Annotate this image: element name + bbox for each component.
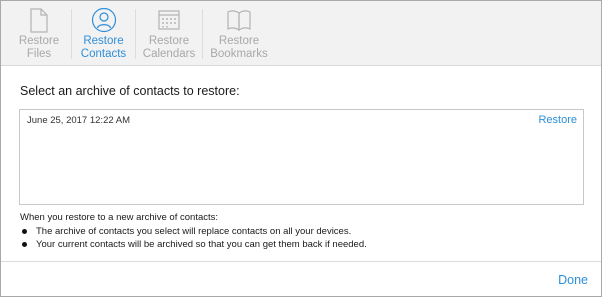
toolbar: Restore Files Restore Contacts Restore C… [1, 1, 601, 66]
tab-restore-calendars[interactable]: Restore Calendars [136, 1, 202, 65]
restore-window: Restore Files Restore Contacts Restore C… [0, 0, 602, 297]
archive-date[interactable]: June 25, 2017 12:22 AM [27, 115, 130, 126]
archive-list: June 25, 2017 12:22 AM Restore [19, 109, 584, 205]
bullet-icon [22, 229, 27, 234]
note-list: The archive of contacts you select will … [20, 225, 367, 251]
tab-label: Restore Bookmarks [210, 35, 268, 60]
tab-restore-contacts[interactable]: Restore Contacts [72, 1, 135, 65]
note-title: When you restore to a new archive of con… [20, 212, 219, 223]
bullet-icon [22, 242, 27, 247]
restore-archive-button[interactable]: Restore [538, 114, 577, 126]
tab-label: Restore Calendars [142, 35, 196, 60]
file-icon [26, 7, 52, 33]
tab-label: Restore Files [18, 35, 60, 60]
bookmarks-icon [226, 7, 252, 33]
tab-restore-bookmarks[interactable]: Restore Bookmarks [203, 1, 275, 65]
list-item-text: Your current contacts will be archived s… [36, 239, 367, 250]
contacts-icon [91, 7, 117, 33]
tab-label: Restore Contacts [80, 35, 127, 60]
list-item: The archive of contacts you select will … [20, 225, 367, 238]
done-button[interactable]: Done [558, 273, 588, 287]
calendar-icon [156, 7, 182, 33]
footer-divider [1, 261, 601, 262]
tab-restore-files[interactable]: Restore Files [7, 1, 71, 65]
page-heading: Select an archive of contacts to restore… [20, 84, 240, 98]
list-item: Your current contacts will be archived s… [20, 238, 367, 251]
list-item-text: The archive of contacts you select will … [36, 226, 352, 237]
